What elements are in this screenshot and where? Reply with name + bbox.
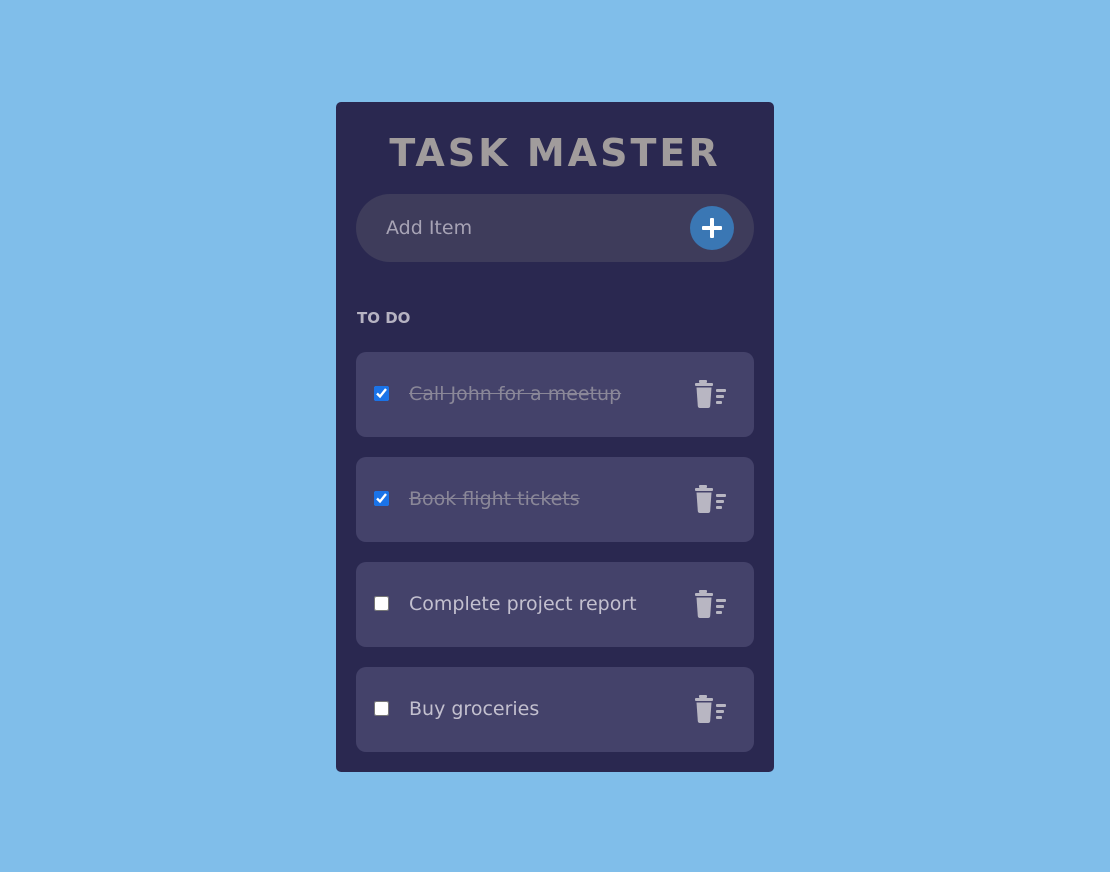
task-text: Call John for a meetup — [409, 383, 622, 405]
task-item: Call John for a meetup — [356, 352, 754, 437]
trash-list-icon — [695, 590, 726, 618]
trash-list-icon — [695, 695, 726, 723]
delete-task-button[interactable] — [694, 590, 730, 620]
add-item-bar — [356, 194, 754, 262]
trash-list-icon — [695, 485, 726, 513]
add-item-button[interactable] — [690, 206, 734, 250]
task-checkbox[interactable] — [374, 701, 389, 716]
delete-task-button[interactable] — [694, 695, 730, 725]
task-checkbox[interactable] — [374, 491, 389, 506]
app-title: TASK MASTER — [389, 131, 721, 175]
task-item: Buy groceries — [356, 667, 754, 752]
add-item-input[interactable] — [386, 194, 676, 262]
todo-section-label: TO DO — [357, 309, 411, 327]
task-checkbox[interactable] — [374, 596, 389, 611]
task-card: TASK MASTER TO DO Call John for a meetup — [336, 102, 774, 772]
delete-task-button[interactable] — [694, 380, 730, 410]
task-text: Buy groceries — [409, 698, 540, 720]
task-item: Complete project report — [356, 562, 754, 647]
task-checkbox[interactable] — [374, 386, 389, 401]
task-text: Book flight tickets — [409, 488, 580, 510]
task-text: Complete project report — [409, 593, 637, 615]
task-item: Book flight tickets — [356, 457, 754, 542]
delete-task-button[interactable] — [694, 485, 730, 515]
trash-list-icon — [695, 380, 726, 408]
